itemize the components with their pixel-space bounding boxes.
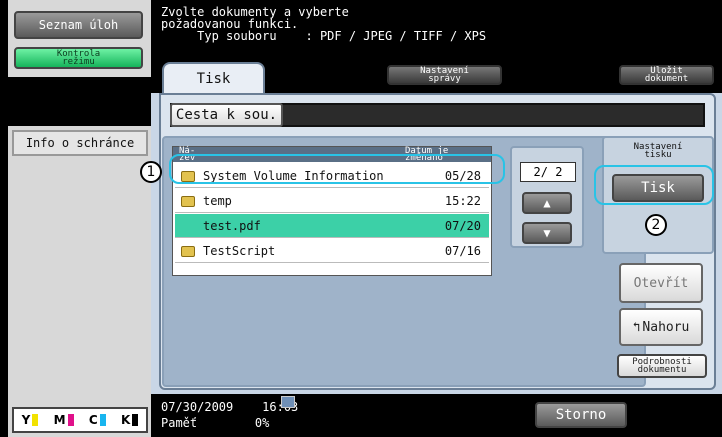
check-mode-button[interactable]: Kontrola režimu	[14, 47, 143, 69]
file-date: 07/20	[444, 219, 481, 233]
toner-m-bar	[67, 414, 74, 426]
file-name: TestScript	[203, 244, 276, 258]
network-icon	[281, 396, 295, 408]
left-sidebar: Seznam úloh Kontrola režimu Info o schrá…	[8, 0, 151, 437]
toner-k-bar	[132, 414, 139, 426]
callout-number-2: 2	[645, 214, 667, 236]
pager: 2/ 2 ▲ ▼	[510, 146, 584, 248]
document-details-button[interactable]: Podrobnosti dokumentu	[617, 354, 707, 378]
save-document-button[interactable]: Uložit dokument	[619, 65, 714, 85]
open-button[interactable]: Otevřít	[619, 263, 703, 303]
file-date: 15:22	[444, 194, 481, 208]
manage-settings-button[interactable]: Nastavení správy	[387, 65, 502, 85]
up-button-label: Nahoru	[642, 319, 690, 335]
toner-y: Y	[22, 413, 39, 427]
arrow-down-icon: ▼	[543, 226, 551, 240]
memory-status: Paměť 0%	[161, 416, 270, 430]
toner-c-bar	[99, 414, 106, 426]
callout-number-1: 1	[140, 161, 162, 183]
path-button[interactable]: Cesta k sou.	[170, 103, 283, 127]
main-area: Tisk Nastavení správy Uložit dokument Ce…	[151, 58, 722, 394]
scroll-down-button[interactable]: ▼	[522, 222, 572, 244]
screen: Seznam úloh Kontrola režimu Info o schrá…	[0, 0, 722, 437]
file-name: test.pdf	[203, 219, 261, 233]
stop-button[interactable]: Storno	[535, 402, 627, 428]
left-black-gap	[8, 77, 151, 126]
toner-indicator: Y M C K	[12, 407, 148, 433]
callout-file-row	[169, 154, 505, 184]
file-row-3[interactable]: test.pdf 07/20	[175, 214, 489, 238]
instruction-text: Zvolte dokumenty a vyberte požadovanou f…	[151, 0, 722, 58]
up-button[interactable]: ↰ Nahoru	[619, 308, 703, 346]
page-indicator: 2/ 2	[520, 162, 576, 182]
toner-m: M	[54, 413, 74, 427]
datetime: 07/30/2009 16:03	[161, 400, 299, 414]
arrow-up-left-icon: ↰	[632, 319, 641, 335]
file-row-2[interactable]: temp 15:22	[175, 189, 489, 213]
file-date: 07/16	[444, 244, 481, 258]
toner-y-bar	[32, 414, 39, 426]
box-info-tab[interactable]: Info o schránce	[12, 130, 148, 156]
tab-print[interactable]: Tisk	[162, 62, 265, 93]
file-name: temp	[203, 194, 232, 208]
file-row-4[interactable]: TestScript 07/16	[175, 239, 489, 263]
scroll-up-button[interactable]: ▲	[522, 192, 572, 214]
callout-print-button	[594, 165, 714, 205]
folder-icon	[181, 196, 195, 207]
toner-k: K	[121, 413, 139, 427]
arrow-up-icon: ▲	[543, 196, 551, 210]
print-settings-title: Nastavení tisku	[633, 142, 683, 160]
status-bar: 07/30/2009 16:03 Paměť 0% Storno	[151, 394, 722, 437]
toner-c: C	[89, 413, 106, 427]
task-list-button[interactable]: Seznam úloh	[14, 11, 143, 39]
folder-icon	[181, 246, 195, 257]
